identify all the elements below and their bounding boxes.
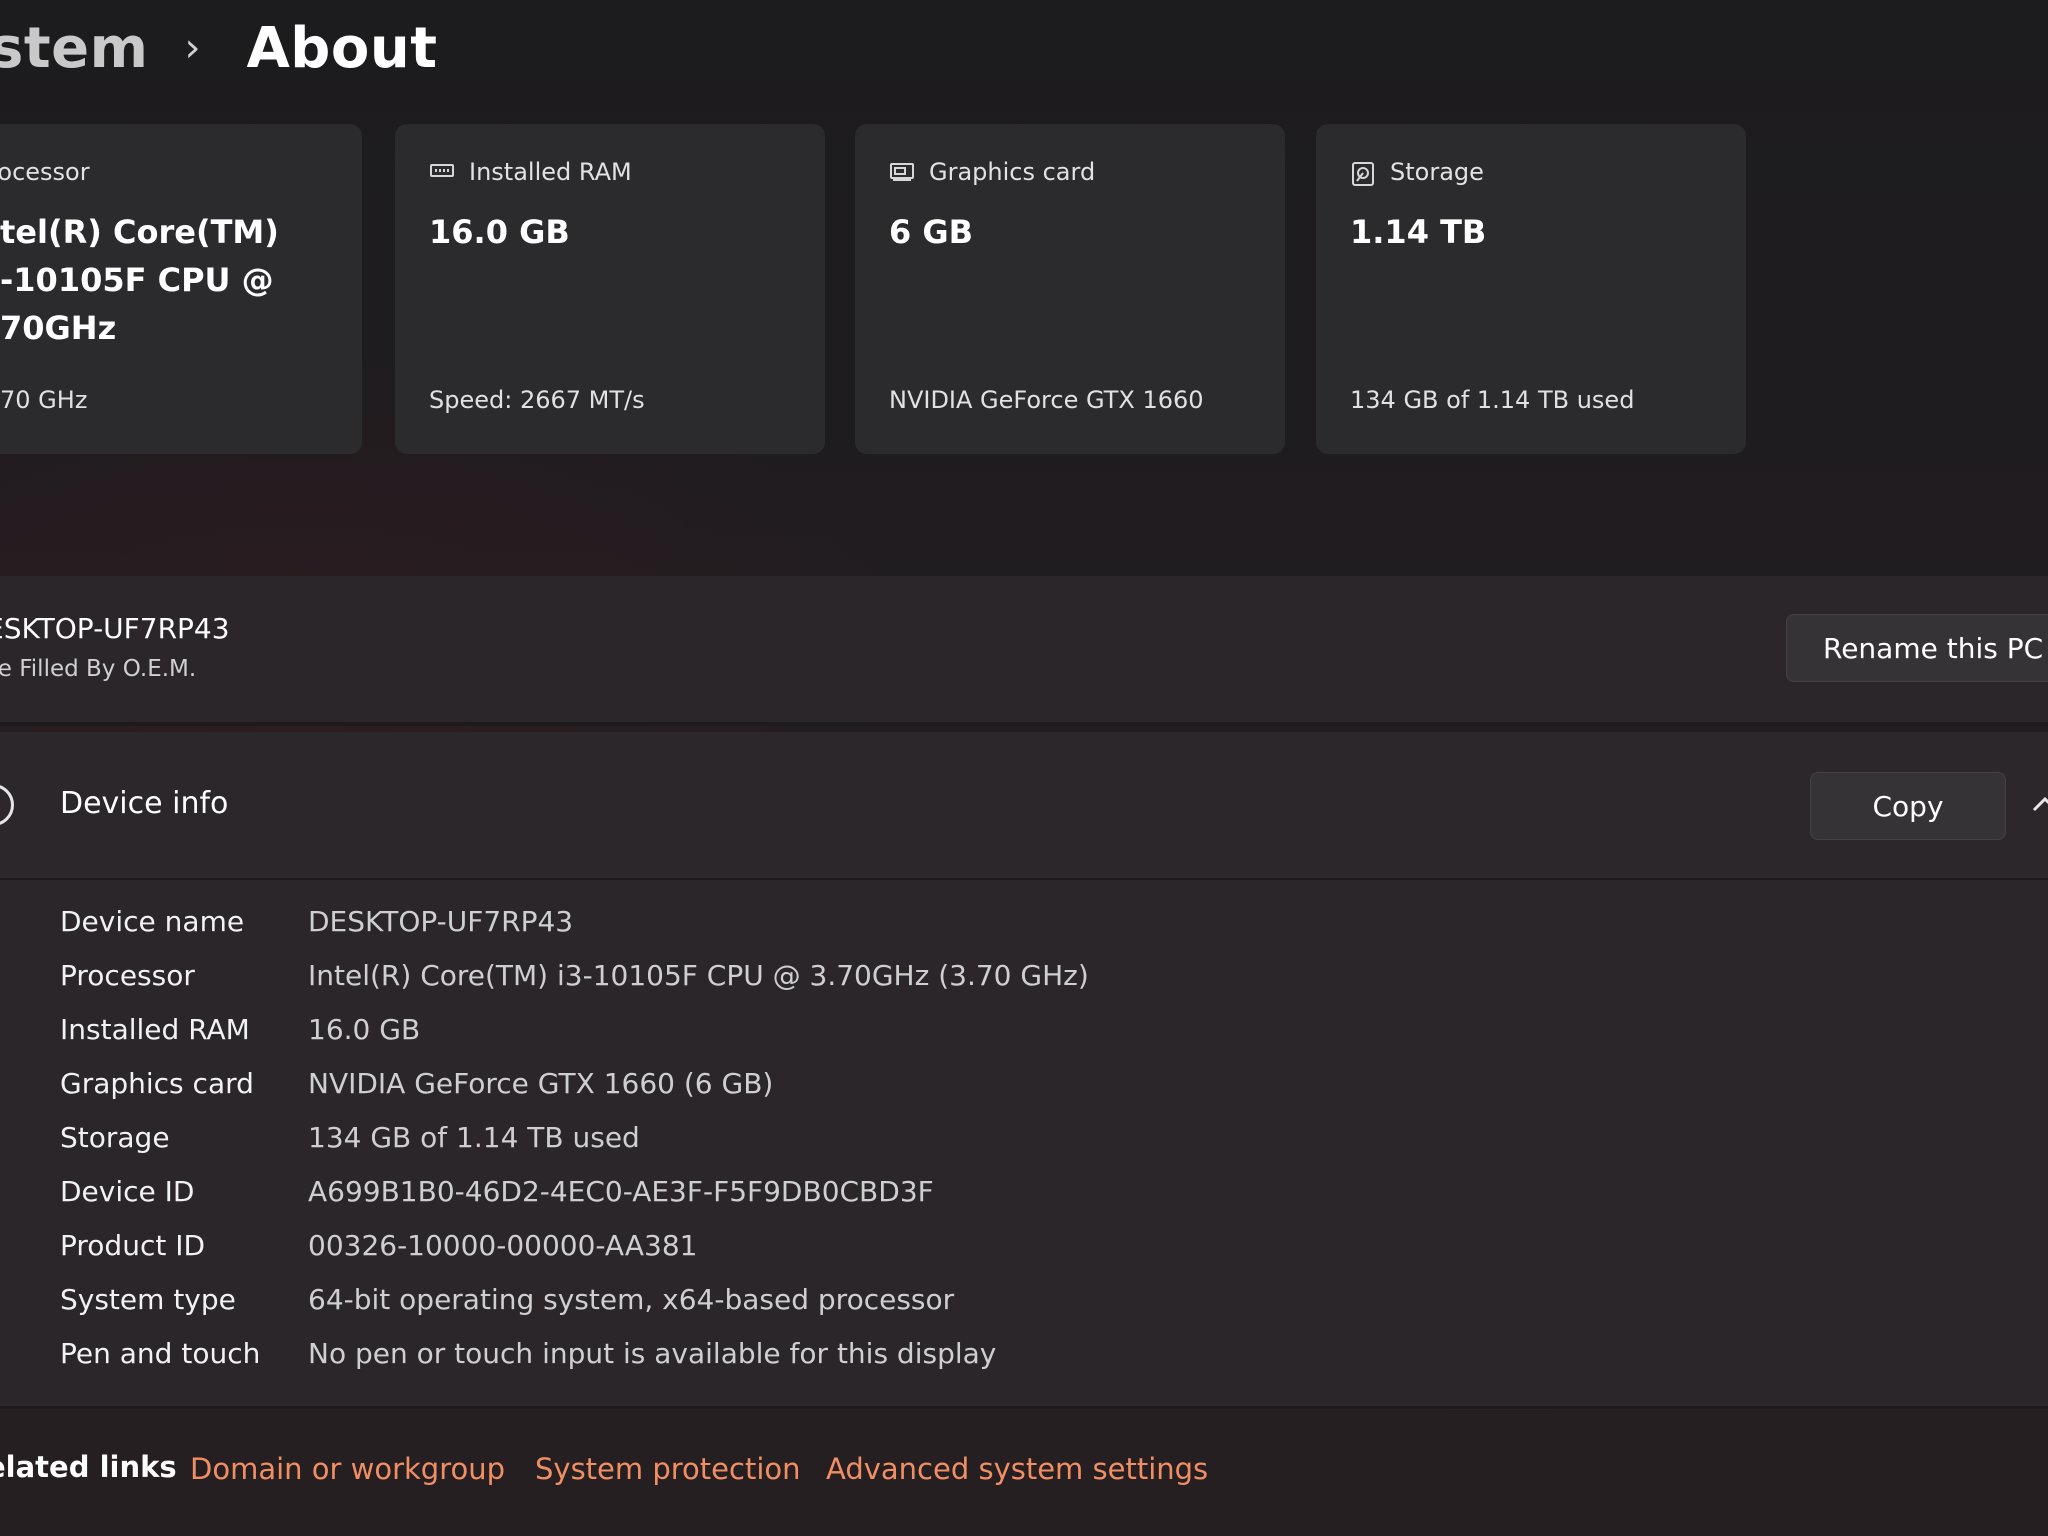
breadcrumb-separator-icon: › [184,25,201,71]
detail-row-storage: Storage 134 GB of 1.14 TB used [60,1110,640,1164]
detail-value: NVIDIA GeForce GTX 1660 (6 GB) [308,1066,774,1100]
device-info-details: Device name DESKTOP-UF7RP43 Processor In… [0,880,2048,1409]
storage-card: Storage 1.14 TB 134 GB of 1.14 TB used [1316,124,1746,454]
ram-card-value: 16.0 GB [429,213,570,251]
rename-pc-row: ESKTOP-UF7RP43 Be Filled By O.E.M. Renam… [0,576,2048,726]
copy-button[interactable]: Copy [1810,772,2006,840]
processor-card-label: Processor [0,158,90,186]
detail-label: Pen and touch [60,1336,261,1370]
detail-row-device-name: Device name DESKTOP-UF7RP43 [60,894,573,948]
detail-value: 64-bit operating system, x64-based proce… [308,1282,955,1316]
graphics-card-sub: NVIDIA GeForce GTX 1660 [889,386,1204,414]
detail-value: 00326-10000-00000-AA381 [308,1228,698,1262]
detail-row-processor: Processor Intel(R) Core(TM) i3-10105F CP… [60,948,1089,1002]
domain-or-workgroup-link[interactable]: Domain or workgroup [190,1452,505,1486]
ram-card-label: Installed RAM [469,158,632,186]
related-links-title: elated links [0,1450,177,1484]
detail-label: System type [60,1282,236,1316]
graphics-card-icon [889,161,915,183]
detail-row-product-id: Product ID 00326-10000-00000-AA381 [60,1218,697,1272]
storage-icon [1350,161,1376,186]
processor-card: Processor tel(R) Core(TM) -10105F CPU @ … [0,124,362,454]
detail-value: 16.0 GB [308,1012,421,1046]
detail-label: Processor [60,958,195,992]
detail-label: Graphics card [60,1066,254,1100]
detail-row-graphics-card: Graphics card NVIDIA GeForce GTX 1660 (6… [60,1056,773,1110]
pc-name: ESKTOP-UF7RP43 [0,612,230,645]
processor-card-sub: 70 GHz [0,386,88,414]
ram-icon [429,161,455,183]
detail-label: Product ID [60,1228,206,1262]
detail-value: A699B1B0-46D2-4EC0-AE3F-F5F9DB0CBD3F [308,1174,934,1208]
advanced-system-settings-link[interactable]: Advanced system settings [826,1452,1208,1486]
processor-card-value: tel(R) Core(TM) -10105F CPU @ 70GHz [0,213,279,347]
rename-pc-button[interactable]: Rename this PC [1786,614,2048,682]
related-links: elated links Domain or workgroup System … [0,1410,2048,1536]
detail-row-system-type: System type 64-bit operating system, x64… [60,1272,954,1326]
detail-value: No pen or touch input is available for t… [308,1336,997,1370]
graphics-card-value: 6 GB [889,213,974,251]
ram-card: Installed RAM 16.0 GB Speed: 2667 MT/s [395,124,825,454]
page-title: About [246,15,438,81]
detail-value: 134 GB of 1.14 TB used [308,1120,640,1154]
detail-value: Intel(R) Core(TM) i3-10105F CPU @ 3.70GH… [308,958,1089,992]
detail-row-installed-ram: Installed RAM 16.0 GB [60,1002,420,1056]
detail-label: Device name [60,904,245,938]
device-info-header[interactable]: Device info Copy [0,732,2048,880]
breadcrumb: stem › About [0,8,437,88]
detail-row-device-id: Device ID A699B1B0-46D2-4EC0-AE3F-F5F9DB… [60,1164,934,1218]
detail-label: Device ID [60,1174,195,1208]
detail-value: DESKTOP-UF7RP43 [308,904,574,938]
device-info-title: Device info [60,786,229,821]
system-protection-link[interactable]: System protection [535,1452,801,1486]
info-icon [0,784,14,826]
detail-row-pen-and-touch: Pen and touch No pen or touch input is a… [60,1326,996,1380]
pc-model: Be Filled By O.E.M. [0,656,197,682]
detail-label: Storage [60,1120,170,1154]
graphics-card: Graphics card 6 GB NVIDIA GeForce GTX 16… [855,124,1285,454]
storage-card-sub: 134 GB of 1.14 TB used [1350,386,1635,414]
storage-card-value: 1.14 TB [1350,213,1487,251]
breadcrumb-parent[interactable]: stem [0,16,148,81]
chevron-up-icon[interactable] [2030,790,2048,820]
graphics-card-label: Graphics card [929,158,1096,186]
detail-label: Installed RAM [60,1012,250,1046]
ram-card-sub: Speed: 2667 MT/s [429,386,645,414]
storage-card-label: Storage [1390,158,1484,186]
